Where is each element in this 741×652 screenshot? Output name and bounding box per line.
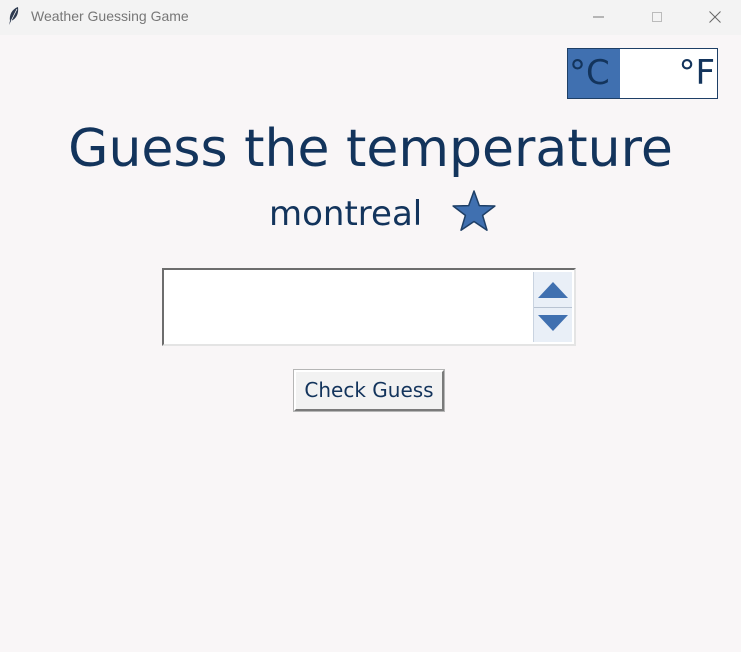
arrow-up-icon — [538, 282, 568, 298]
window-title: Weather Guessing Game — [31, 8, 189, 24]
guess-spinbox — [162, 268, 576, 346]
arrow-down-icon — [538, 315, 568, 331]
fahrenheit-option[interactable]: °F — [678, 49, 715, 98]
unit-toggle: °C °F — [567, 48, 718, 99]
city-name: montreal — [269, 194, 423, 234]
minimize-icon — [593, 16, 604, 18]
close-icon — [709, 11, 721, 23]
page-title: Guess the temperature — [68, 119, 673, 179]
star-icon[interactable] — [451, 189, 497, 235]
increment-button[interactable] — [534, 272, 572, 308]
close-button[interactable] — [691, 0, 737, 35]
minimize-button[interactable] — [575, 0, 621, 35]
maximize-button[interactable] — [633, 0, 679, 35]
decrement-button[interactable] — [534, 307, 572, 342]
maximize-icon — [652, 12, 662, 22]
feather-icon — [6, 6, 22, 26]
check-guess-button[interactable]: Check Guess — [293, 369, 445, 412]
celsius-option[interactable]: °C — [568, 49, 620, 98]
title-bar: Weather Guessing Game — [0, 0, 741, 35]
spin-buttons — [533, 272, 572, 342]
guess-input[interactable] — [166, 272, 532, 342]
